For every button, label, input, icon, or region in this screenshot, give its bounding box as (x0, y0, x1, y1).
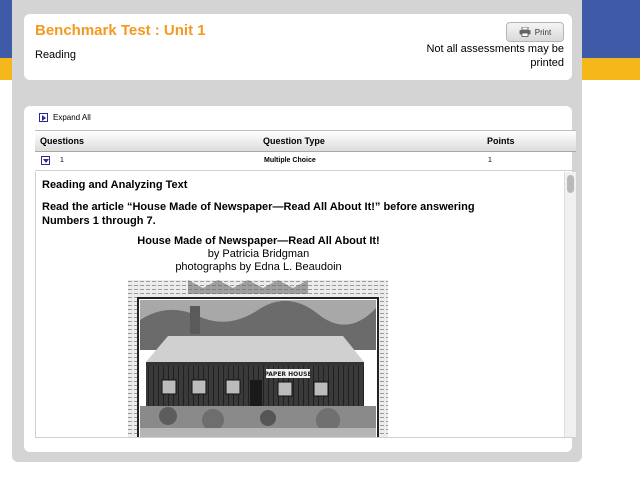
article-header: House Made of Newspaper—Read All About I… (36, 235, 481, 274)
collapse-arrow-icon[interactable] (41, 156, 50, 165)
expand-all-toggle[interactable]: Expand All (39, 113, 91, 122)
print-button[interactable]: Print (506, 22, 564, 42)
row-points: 1 (488, 157, 492, 164)
article-photo-credit: photographs by Edna L. Beaudoin (175, 261, 342, 273)
question-list-panel: Expand All Questions Question Type Point… (24, 106, 576, 452)
table-header: Questions Question Type Points (35, 130, 576, 152)
photo-sign-text: PAPER HOUSE (264, 371, 311, 378)
test-title: Benchmark Test : Unit 1 (35, 22, 206, 39)
row-question-type: Multiple Choice (264, 157, 316, 164)
column-questions: Questions (40, 136, 85, 146)
expand-arrow-icon (39, 113, 48, 122)
expand-all-label: Expand All (53, 113, 91, 122)
printer-icon (519, 27, 531, 37)
subject-label: Reading (35, 49, 76, 61)
table-row[interactable]: 1 Multiple Choice 1 (35, 152, 576, 171)
question-content[interactable]: Reading and Analyzing Text Read the arti… (35, 172, 576, 438)
column-points: Points (487, 136, 515, 146)
article-byline: by Patricia Bridgman (207, 248, 310, 260)
print-note: Not all assessments may be printed (426, 43, 564, 69)
article-title: House Made of Newspaper—Read All About I… (137, 235, 380, 247)
question-heading: Reading and Analyzing Text (42, 179, 188, 191)
print-label: Print (534, 27, 552, 37)
assessment-header: Benchmark Test : Unit 1 Reading Print No… (24, 14, 572, 80)
column-question-type: Question Type (263, 136, 325, 146)
row-question-number: 1 (60, 157, 64, 164)
scrollbar-thumb[interactable] (567, 175, 574, 193)
article-photo: PAPER HOUSE (128, 280, 388, 437)
question-instruction: Read the article “House Made of Newspape… (42, 201, 475, 227)
content-scrollbar[interactable] (564, 172, 576, 437)
